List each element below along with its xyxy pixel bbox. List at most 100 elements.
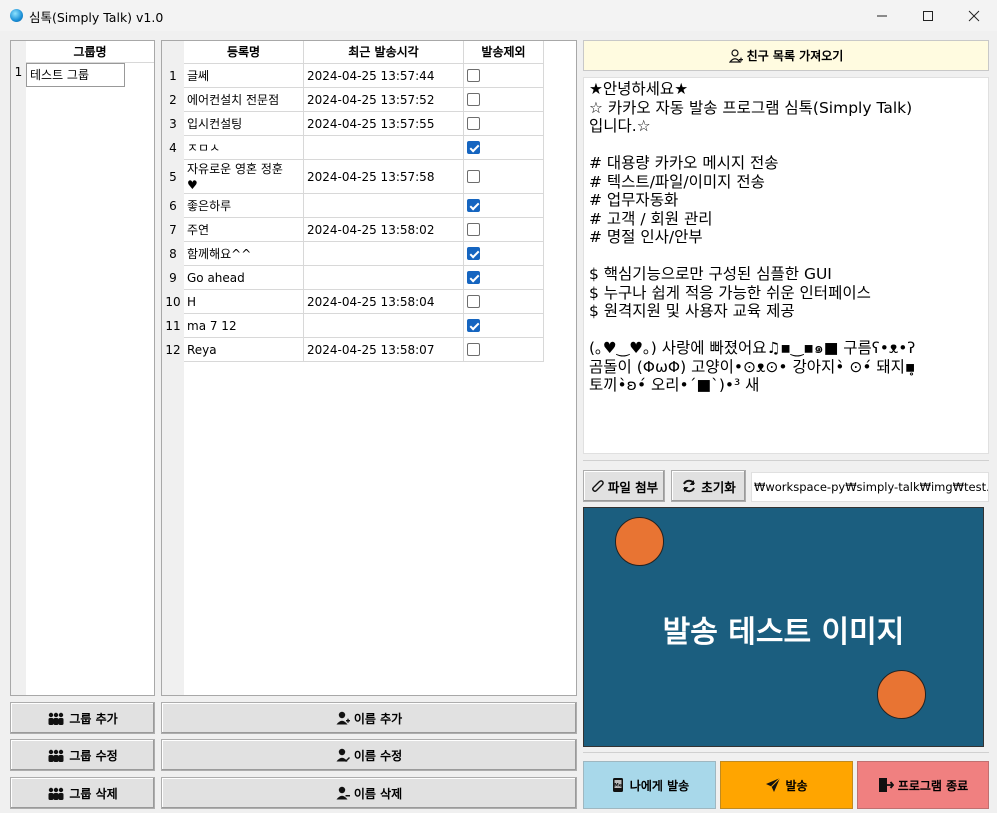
mobile-me-icon: Me bbox=[612, 778, 623, 792]
name-add-button[interactable]: 이름 추가 bbox=[161, 702, 577, 734]
exclude-cell bbox=[464, 242, 544, 266]
divider bbox=[583, 460, 989, 461]
row-number: 4 bbox=[169, 141, 177, 155]
last-sent-cell[interactable] bbox=[304, 242, 464, 266]
group-icon bbox=[48, 787, 64, 800]
exclude-checkbox[interactable] bbox=[467, 69, 480, 82]
friend-list-button[interactable]: 친구 목록 가져오기 bbox=[583, 40, 989, 71]
exclude-checkbox[interactable] bbox=[467, 117, 480, 130]
last-sent-cell[interactable] bbox=[304, 314, 464, 338]
exclude-cell bbox=[464, 290, 544, 314]
contact-name-cell[interactable]: Go ahead bbox=[184, 266, 304, 290]
last-sent-cell[interactable] bbox=[304, 266, 464, 290]
exclude-cell bbox=[464, 88, 544, 112]
exclude-checkbox[interactable] bbox=[467, 223, 480, 236]
last-sent-cell[interactable]: 2024-04-25 13:58:04 bbox=[304, 290, 464, 314]
attachment-path-field[interactable]: ₩workspace-py₩simply-talk₩img₩test.png bbox=[751, 472, 989, 502]
exclude-checkbox[interactable] bbox=[467, 199, 480, 212]
maximize-button[interactable] bbox=[905, 0, 951, 31]
message-editor[interactable]: ★안녕하세요★ ☆ 카카오 자동 발송 프로그램 심톡(Simply Talk)… bbox=[583, 77, 989, 454]
col-header-last-sent: 최근 발송시각 bbox=[304, 41, 464, 64]
last-sent-cell[interactable]: 2024-04-25 13:57:58 bbox=[304, 160, 464, 194]
exclude-checkbox[interactable] bbox=[467, 319, 480, 332]
contact-name-cell[interactable]: 에어컨설치 전문점 bbox=[184, 88, 304, 112]
contact-name-cell[interactable]: 글쎄 bbox=[184, 64, 304, 88]
preview-text: 발송 테스트 이미지 bbox=[662, 615, 905, 650]
row-number: 10 bbox=[165, 295, 181, 309]
contact-name-cell[interactable]: ma 7 12 bbox=[184, 314, 304, 338]
exclude-cell bbox=[464, 136, 544, 160]
contact-name-cell[interactable]: 입시컨설팅 bbox=[184, 112, 304, 136]
minimize-button[interactable] bbox=[859, 0, 905, 31]
send-button[interactable]: 발송 bbox=[720, 761, 853, 809]
contact-name-cell[interactable]: 주연 bbox=[184, 218, 304, 242]
send-plane-icon bbox=[766, 777, 781, 792]
exit-door-icon bbox=[878, 778, 894, 792]
row-number: 3 bbox=[169, 117, 177, 131]
exit-program-button[interactable]: 프로그램 종료 bbox=[857, 761, 989, 809]
last-sent-cell[interactable]: 2024-04-25 13:57:44 bbox=[304, 64, 464, 88]
contact-name-cell[interactable]: 자유로운 영혼 정훈 ♥ bbox=[184, 160, 304, 194]
preview-circle-bottom bbox=[877, 670, 926, 719]
attach-file-button[interactable]: 파일 첨부 bbox=[583, 470, 665, 502]
group-row-header bbox=[11, 41, 26, 695]
reset-button[interactable]: 초기화 bbox=[671, 470, 746, 502]
group-table: 그룹명 1 테스트 그룹 bbox=[10, 40, 155, 696]
last-sent-cell[interactable] bbox=[304, 194, 464, 218]
send-to-me-button[interactable]: Me 나에게 발송 bbox=[583, 761, 716, 809]
message-text: ★안녕하세요★ ☆ 카카오 자동 발송 프로그램 심톡(Simply Talk)… bbox=[589, 80, 916, 394]
exclude-checkbox[interactable] bbox=[467, 141, 480, 154]
group-delete-label: 그룹 삭제 bbox=[69, 786, 118, 801]
contact-name-cell[interactable]: H bbox=[184, 290, 304, 314]
group-name-header: 그룹명 bbox=[26, 41, 154, 63]
contact-name-cell[interactable]: Reya bbox=[184, 338, 304, 362]
name-edit-button[interactable]: 이름 수정 bbox=[161, 739, 577, 771]
exclude-checkbox[interactable] bbox=[467, 271, 480, 284]
user-edit-icon bbox=[336, 748, 350, 762]
exclude-cell bbox=[464, 160, 544, 194]
exclude-cell bbox=[464, 218, 544, 242]
exclude-checkbox[interactable] bbox=[467, 170, 480, 183]
group-edit-button[interactable]: 그룹 수정 bbox=[10, 739, 155, 771]
svg-text:Me: Me bbox=[614, 783, 622, 789]
group-add-label: 그룹 추가 bbox=[69, 711, 118, 726]
last-sent-cell[interactable]: 2024-04-25 13:57:55 bbox=[304, 112, 464, 136]
window-title: 심톡(Simply Talk) v1.0 bbox=[29, 10, 164, 25]
reset-label: 초기화 bbox=[701, 479, 736, 495]
group-delete-button[interactable]: 그룹 삭제 bbox=[10, 777, 155, 809]
divider bbox=[583, 752, 989, 753]
last-sent-cell[interactable]: 2024-04-25 13:58:02 bbox=[304, 218, 464, 242]
exclude-checkbox[interactable] bbox=[467, 343, 480, 356]
exclude-checkbox[interactable] bbox=[467, 93, 480, 106]
contact-name-cell[interactable]: 좋은하루 bbox=[184, 194, 304, 218]
row-number: 11 bbox=[165, 319, 181, 333]
exclude-cell bbox=[464, 338, 544, 362]
exit-program-label: 프로그램 종료 bbox=[897, 778, 969, 793]
last-sent-cell[interactable]: 2024-04-25 13:57:52 bbox=[304, 88, 464, 112]
exclude-checkbox[interactable] bbox=[467, 295, 480, 308]
user-icon bbox=[728, 48, 743, 63]
exclude-checkbox[interactable] bbox=[467, 247, 480, 260]
contact-name-cell[interactable]: ㅈㅁㅅ bbox=[184, 136, 304, 160]
exclude-cell bbox=[464, 314, 544, 338]
paperclip-icon bbox=[591, 480, 604, 492]
contact-name-cell[interactable]: 함께해요^^ bbox=[184, 242, 304, 266]
last-sent-cell[interactable]: 2024-04-25 13:58:07 bbox=[304, 338, 464, 362]
image-preview: 발송 테스트 이미지 bbox=[583, 507, 984, 747]
col-header-name: 등록명 bbox=[184, 41, 304, 64]
exclude-cell bbox=[464, 112, 544, 136]
row-number: 2 bbox=[169, 93, 177, 107]
group-row-number: 1 bbox=[14, 65, 23, 79]
close-button[interactable] bbox=[951, 0, 997, 31]
name-delete-button[interactable]: 이름 삭제 bbox=[161, 777, 577, 809]
name-delete-label: 이름 삭제 bbox=[353, 786, 403, 801]
send-label: 발송 bbox=[785, 778, 808, 793]
minimize-icon bbox=[877, 15, 887, 16]
row-number: 5 bbox=[169, 170, 177, 184]
app-icon bbox=[10, 9, 23, 22]
group-icon bbox=[48, 749, 64, 762]
last-sent-cell[interactable] bbox=[304, 136, 464, 160]
group-row-name[interactable]: 테스트 그룹 bbox=[26, 63, 125, 87]
group-add-button[interactable]: 그룹 추가 bbox=[10, 702, 155, 734]
col-header-exclude: 발송제외 bbox=[464, 41, 544, 64]
